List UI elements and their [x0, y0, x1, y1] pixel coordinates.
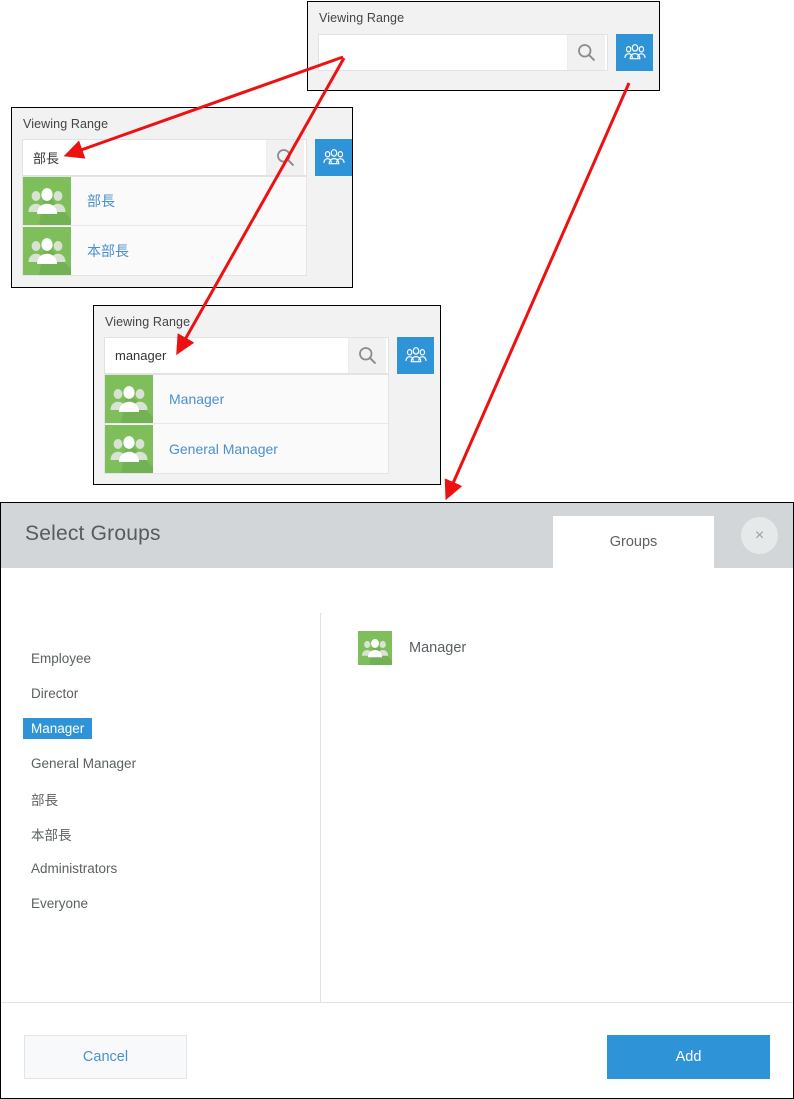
group-avatar-icon [23, 177, 71, 225]
viewing-range-search-row [22, 139, 352, 176]
list-item[interactable]: 本部長 [23, 226, 306, 275]
list-item[interactable]: Manager [105, 375, 388, 424]
list-item[interactable]: General Manager [105, 424, 388, 473]
dialog-footer: Cancel Add [1, 1002, 793, 1098]
suggestion-dropdown: Manager General Manager [104, 374, 389, 474]
add-button[interactable]: Add [607, 1035, 770, 1079]
group-list-item[interactable]: Administrators [1, 851, 320, 886]
group-list-item-label: General Manager [31, 756, 137, 771]
list-item-label: 部長 [87, 193, 115, 209]
dialog-title: Select Groups [25, 522, 161, 545]
group-list-item-label: Manager [23, 718, 93, 739]
group-list-item[interactable]: Employee [1, 641, 320, 676]
group-list-item-label: 部長 [31, 792, 58, 808]
group-avatar-icon [358, 631, 392, 665]
group-list-item[interactable]: Everyone [1, 886, 320, 921]
tab-groups-label: Groups [609, 534, 658, 550]
selected-groups-pane: Manager [322, 613, 793, 1002]
group-avatar-icon [105, 375, 153, 423]
group-people-icon [322, 148, 345, 164]
suggestion-dropdown: 部長 本部長 [22, 176, 307, 276]
selected-group-label: Manager [409, 640, 467, 656]
search-icon [277, 149, 294, 166]
group-list-item[interactable]: General Manager [1, 746, 320, 781]
selected-group-row[interactable]: Manager [322, 613, 793, 665]
viewing-range-search-row [104, 337, 434, 374]
search-input[interactable] [105, 338, 348, 373]
viewing-range-panel-manager: Viewing Range manager Manager General Ma… [93, 305, 441, 485]
list-item[interactable]: 部長 [23, 177, 306, 226]
group-list-item[interactable]: 部長 [1, 781, 320, 816]
viewing-range-panel-empty: Viewing Range [307, 1, 660, 91]
search-button[interactable] [348, 338, 386, 373]
search-input[interactable] [319, 35, 567, 70]
group-list: Employee Director Manager General Manage… [1, 613, 320, 921]
search-input[interactable] [23, 140, 266, 175]
search-input-wrap[interactable] [104, 337, 389, 374]
tab-groups[interactable]: Groups [553, 516, 714, 568]
group-list-item-label: Director [31, 686, 79, 701]
group-list-item-label: Administrators [31, 861, 118, 876]
search-button[interactable] [266, 140, 304, 175]
dialog-toolbar-area [1, 568, 793, 614]
search-input-wrap[interactable] [318, 34, 608, 71]
close-icon[interactable]: × [741, 517, 778, 554]
group-avatar-icon [23, 226, 71, 275]
group-list-item-label: 本部長 [31, 827, 72, 843]
select-groups-dialog: Select Groups Groups × Employee Director… [0, 502, 794, 1099]
search-input-wrap[interactable] [22, 139, 307, 176]
dialog-header: Select Groups Groups × [1, 503, 793, 568]
group-list-item-label: Everyone [31, 896, 89, 911]
list-item-label: 本部長 [87, 242, 129, 259]
list-item-label: Manager [169, 391, 225, 407]
group-people-icon [623, 43, 646, 59]
viewing-range-label: Viewing Range [319, 11, 405, 25]
group-people-icon [404, 346, 427, 362]
viewing-range-panel-japanese: Viewing Range 部長 部長 本部長 [11, 107, 353, 288]
group-list-item-selected[interactable]: Manager [1, 711, 320, 746]
search-icon [578, 44, 595, 61]
list-item-label: General Manager [169, 440, 278, 457]
arrow-to-select-groups-dialog [444, 82, 631, 501]
search-button[interactable] [567, 35, 605, 70]
viewing-range-label: Viewing Range [23, 117, 109, 131]
group-list-item-label: Employee [31, 651, 92, 666]
group-avatar-icon [105, 424, 153, 473]
viewing-range-search-row [318, 34, 653, 71]
select-groups-button[interactable] [397, 337, 434, 374]
cancel-button[interactable]: Cancel [24, 1035, 187, 1079]
group-list-item[interactable]: 本部長 [1, 816, 320, 851]
select-groups-button[interactable] [315, 139, 352, 176]
select-groups-button[interactable] [616, 34, 653, 71]
group-list-pane: Employee Director Manager General Manage… [1, 613, 321, 1002]
viewing-range-label: Viewing Range [105, 315, 191, 329]
group-list-item[interactable]: Director [1, 676, 320, 711]
search-icon [359, 347, 376, 364]
